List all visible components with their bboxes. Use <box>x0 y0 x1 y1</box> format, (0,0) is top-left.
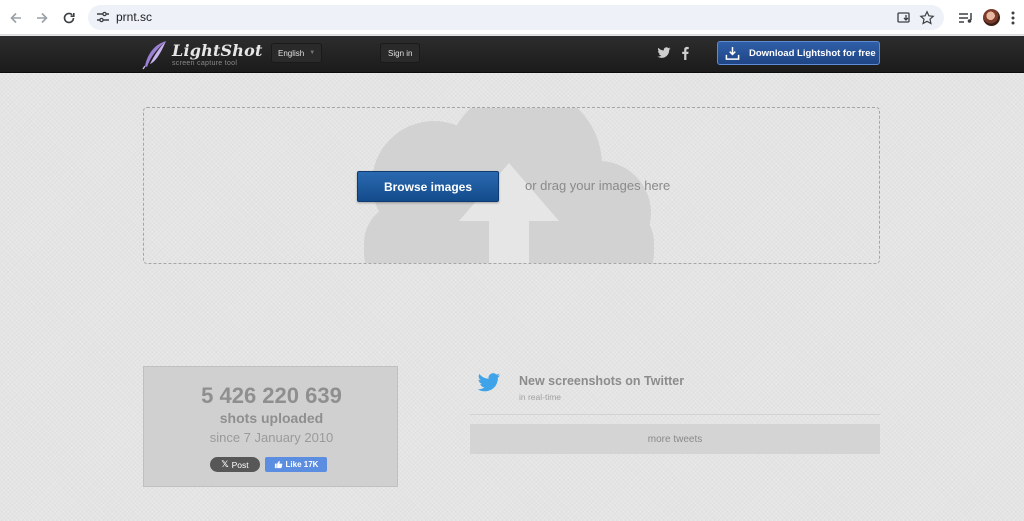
media-controls-icon[interactable] <box>957 9 975 27</box>
facebook-like-button[interactable]: Like 17K <box>265 457 327 472</box>
download-icon <box>725 46 740 60</box>
twitter-icon[interactable] <box>657 46 671 60</box>
twitter-feed-title: New screenshots on Twitter <box>519 374 685 388</box>
lightshot-logo[interactable]: LightShot screen capture tool <box>142 39 262 71</box>
twitter-bird-icon <box>477 373 501 392</box>
download-button[interactable]: Download Lightshot for free <box>717 41 880 65</box>
forward-arrow-icon[interactable] <box>31 7 53 29</box>
chevron-down-icon: ▼ <box>309 50 316 56</box>
shots-uploaded-label: shots uploaded <box>219 410 324 426</box>
url-text[interactable]: prnt.sc <box>116 10 152 24</box>
logo-title: LightShot <box>172 41 263 60</box>
twitter-feed: New screenshots on Twitter in real-time … <box>470 366 880 456</box>
more-tweets-button[interactable]: more tweets <box>470 424 880 454</box>
x-post-button[interactable]: 𝕏 Post <box>210 457 260 472</box>
divider <box>470 414 880 415</box>
tune-icon[interactable] <box>96 10 110 24</box>
facebook-icon[interactable] <box>678 46 692 60</box>
stats-panel: 5 426 220 639 shots uploaded since 7 Jan… <box>143 366 398 487</box>
facebook-like-label: Like 17K <box>285 460 319 469</box>
browse-images-button[interactable]: Browse images <box>357 171 499 202</box>
back-arrow-icon[interactable] <box>5 7 27 29</box>
x-post-label: Post <box>231 459 249 470</box>
x-logo-icon: 𝕏 <box>221 459 229 469</box>
logo-subtitle: screen capture tool <box>172 60 238 67</box>
site-header: LightShot screen capture tool English ▼ … <box>0 36 1024 73</box>
language-label: English <box>278 48 305 58</box>
avatar[interactable] <box>983 9 1000 26</box>
upload-dropzone[interactable]: Browse images or drag your images here <box>143 107 880 264</box>
drag-hint-text: or drag your images here <box>525 178 671 193</box>
main-content: Browse images or drag your images here 5… <box>0 74 1024 521</box>
thumbs-up-icon <box>274 460 282 469</box>
sign-in-button[interactable]: Sign in <box>380 43 421 63</box>
twitter-feed-subtitle: in real-time <box>519 392 562 402</box>
language-selector[interactable]: English ▼ <box>271 43 323 63</box>
feather-icon <box>142 41 166 70</box>
star-icon[interactable] <box>919 10 935 26</box>
download-label: Download Lightshot for free <box>749 48 876 59</box>
since-date-label: since 7 January 2010 <box>209 430 334 445</box>
shots-count: 5 426 220 639 <box>201 383 342 408</box>
browser-toolbar: prnt.sc <box>0 0 1024 35</box>
kebab-menu-icon[interactable] <box>1008 9 1018 27</box>
address-bar[interactable]: prnt.sc <box>88 5 944 30</box>
install-app-icon[interactable] <box>896 10 912 26</box>
reload-icon[interactable] <box>58 7 80 29</box>
